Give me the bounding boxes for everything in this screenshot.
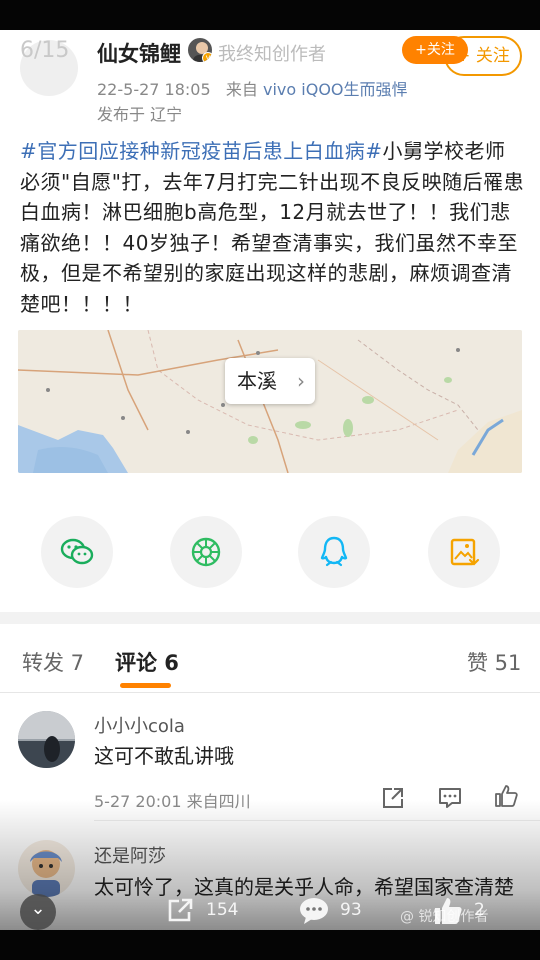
post-body: #官方回应接种新冠疫苗后患上白血病#小舅学校老师必须"自愿"打，去年7月打完二针… bbox=[20, 136, 525, 319]
comment-icon[interactable] bbox=[298, 896, 330, 926]
chevron-down-icon: ⌄ bbox=[30, 898, 46, 919]
comment-meta: 5-27 20:01 来自四川 bbox=[94, 792, 251, 811]
chevron-right-icon: › bbox=[297, 369, 305, 393]
map-location-name: 本溪 bbox=[237, 369, 277, 393]
hashtag-link[interactable]: #官方回应接种新冠疫苗后患上白血病# bbox=[20, 139, 383, 163]
save-image-icon bbox=[450, 538, 480, 566]
follow-button[interactable]: +关注 bbox=[402, 36, 468, 64]
save-image-button[interactable] bbox=[428, 516, 500, 588]
page-counter: 6/15 bbox=[20, 38, 70, 63]
share-qq-button[interactable] bbox=[298, 516, 370, 588]
creator-watermark-label: 我终知创作者 bbox=[218, 44, 326, 65]
share-moments-button[interactable] bbox=[170, 516, 242, 588]
reply-comment-icon[interactable] bbox=[437, 785, 463, 811]
comment-avatar[interactable] bbox=[18, 840, 75, 897]
wechat-icon bbox=[60, 538, 94, 565]
creator-avatar-badge: v bbox=[186, 36, 214, 64]
share-wechat-button[interactable] bbox=[41, 516, 113, 588]
comment-avatar[interactable] bbox=[18, 711, 75, 768]
source-link[interactable]: vivo iQOO生而强悍 bbox=[263, 80, 408, 99]
comment-separator bbox=[94, 820, 540, 821]
comment-count: 93 bbox=[340, 900, 362, 920]
active-tab-indicator bbox=[120, 683, 171, 688]
post-location: 发布于 辽宁 bbox=[97, 105, 183, 124]
source-prefix: 来自 bbox=[225, 80, 258, 99]
tab-reposts[interactable]: 转发 7 bbox=[22, 647, 84, 677]
like-comment-icon[interactable] bbox=[493, 783, 519, 809]
moments-icon bbox=[191, 537, 221, 567]
comment-author[interactable]: 小小小cola bbox=[94, 712, 185, 738]
bottom-black-bar bbox=[0, 930, 540, 960]
author-name[interactable]: 仙女锦鲤 bbox=[97, 38, 181, 68]
post-date: 22-5-27 18:05 bbox=[97, 80, 211, 99]
section-divider bbox=[0, 612, 540, 624]
post-meta: 22-5-27 18:05 来自 vivo iQOO生而强悍 bbox=[97, 76, 408, 100]
source-watermark: @ 锐知创作者 bbox=[400, 909, 489, 925]
top-black-bar bbox=[0, 0, 540, 30]
comment-text: 这可不敢乱讲哦 bbox=[94, 744, 234, 768]
qq-icon bbox=[320, 536, 348, 567]
verified-icon: v bbox=[202, 52, 212, 62]
tab-comments[interactable]: 评论 6 bbox=[115, 647, 179, 677]
expand-button[interactable]: ⌄ bbox=[20, 894, 56, 930]
map-location-pill[interactable]: 本溪 › bbox=[225, 358, 315, 404]
repost-count: 154 bbox=[206, 900, 239, 920]
post-text: 小舅学校老师必须"自愿"打，去年7月打完二针出现不良反映随后罹患白血病！淋巴细胞… bbox=[20, 139, 525, 316]
comment-author[interactable]: 还是阿莎 bbox=[94, 842, 166, 868]
tab-likes[interactable]: 赞 51 bbox=[467, 647, 521, 677]
share-comment-icon[interactable] bbox=[380, 785, 406, 811]
tabs-divider bbox=[0, 692, 540, 693]
repost-icon[interactable] bbox=[166, 896, 196, 924]
